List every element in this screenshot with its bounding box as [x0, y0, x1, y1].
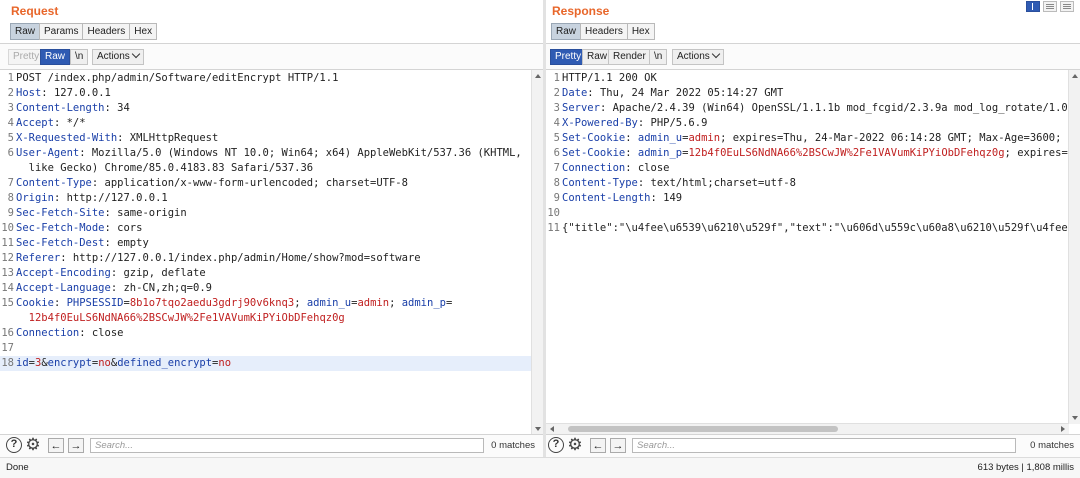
- chevron-down-icon: [131, 49, 141, 59]
- response-actions-label: Actions: [677, 51, 710, 62]
- request-line: 1 POST /index.php/admin/Software/editEncr…: [7, 72, 339, 84]
- request-line: 14 Accept-Language: zh-CN,zh;q=0.9: [1, 282, 212, 294]
- response-actions-button[interactable]: Actions: [672, 49, 724, 65]
- scroll-left-icon[interactable]: [550, 426, 554, 432]
- response-line: 10: [547, 207, 560, 219]
- request-line: 15 Cookie: PHPSESSID=8b1o7tqo2aedu3gdrj90…: [1, 297, 453, 309]
- response-tab-raw[interactable]: Raw: [551, 23, 582, 40]
- request-line: 16 Connection: close: [1, 327, 124, 339]
- arrow-left-icon[interactable]: ←: [590, 438, 606, 453]
- request-line: like Gecko) Chrome/85.0.4183.83 Safari/5…: [28, 162, 314, 174]
- request-tab-headers[interactable]: Headers: [82, 23, 131, 40]
- response-tab-headers[interactable]: Headers: [580, 23, 628, 40]
- horizontal-scroll-thumb[interactable]: [568, 426, 838, 432]
- request-actions-button[interactable]: Actions: [92, 49, 144, 65]
- request-editor[interactable]: 1 POST /index.php/admin/Software/editEncr…: [0, 70, 543, 435]
- request-line: 9 Sec-Fetch-Site: same-origin: [7, 207, 187, 219]
- request-line: 11 Sec-Fetch-Dest: empty: [1, 237, 149, 249]
- response-line: 1 HTTP/1.1 200 OK: [553, 72, 657, 84]
- response-line: 6 Set-Cookie: admin_p=12b4f0EuLS6NdNA66%2…: [553, 147, 1068, 159]
- response-toolbar: Pretty Raw Render \n Actions: [546, 43, 1080, 70]
- settings-gear-icon[interactable]: ⚙: [24, 436, 42, 454]
- request-line: 2 Host: 127.0.0.1: [7, 87, 111, 99]
- request-actions-label: Actions: [97, 51, 130, 62]
- request-line: 12b4f0EuLS6NdNA66%2BSCwJW%2Fe1VAVumKiPYi…: [28, 312, 345, 324]
- request-vertical-scrollbar[interactable]: [531, 70, 543, 435]
- response-line: 7 Connection: close: [553, 162, 670, 174]
- scroll-up-icon[interactable]: [535, 74, 541, 78]
- help-icon[interactable]: ?: [6, 437, 22, 453]
- request-raw-button[interactable]: Raw: [40, 49, 71, 65]
- response-line: 5 Set-Cookie: admin_u=admin; expires=Thu,…: [553, 132, 1068, 144]
- request-search-input[interactable]: [90, 438, 484, 453]
- layout-horizontal-icon[interactable]: [1043, 1, 1057, 12]
- response-tabs: Raw Headers Hex: [551, 23, 655, 40]
- request-line: 7 Content-Type: application/x-www-form-ur…: [7, 177, 408, 189]
- scroll-down-icon[interactable]: [535, 427, 541, 431]
- scroll-down-icon[interactable]: [1072, 416, 1078, 420]
- arrow-left-icon[interactable]: ←: [48, 438, 64, 453]
- request-pretty-button[interactable]: Pretty: [8, 49, 45, 65]
- layout-tabs-icon[interactable]: [1060, 1, 1074, 12]
- layout-toggle-group: [1026, 1, 1074, 12]
- request-toolbar: Pretty Raw \n Actions: [0, 43, 543, 70]
- response-line: 8 Content-Type: text/html;charset=utf-8: [553, 177, 796, 189]
- request-title: Request: [11, 4, 59, 18]
- request-line: 12 Referer: http://127.0.0.1/index.php/ad…: [1, 252, 421, 264]
- request-body-line: 18 id=3&encrypt=no&defined_encrypt=no: [0, 356, 531, 371]
- response-line: 4 X-Powered-By: PHP/5.6.9: [553, 117, 708, 129]
- request-tab-params[interactable]: Params: [39, 23, 84, 40]
- request-search-bar: ? ⚙ ← → 0 matches: [0, 434, 543, 457]
- request-pane: Request Raw Params Headers Hex Pretty Ra…: [0, 0, 543, 457]
- response-body-line: 11 {"title":"\u4fee\u6539\u6210\u529f","t…: [547, 222, 1068, 234]
- request-line: 4 Accept: */*: [7, 117, 86, 129]
- layout-split-icon[interactable]: [1026, 1, 1040, 12]
- request-line: 6 User-Agent: Mozilla/5.0 (Windows NT 10.…: [7, 147, 522, 159]
- request-tabs: Raw Params Headers Hex: [10, 23, 158, 40]
- response-vertical-scrollbar[interactable]: [1068, 70, 1080, 424]
- response-size-timing: 613 bytes | 1,808 millis: [977, 462, 1074, 473]
- settings-gear-icon[interactable]: ⚙: [566, 436, 584, 454]
- request-line: 13 Accept-Encoding: gzip, deflate: [1, 267, 206, 279]
- response-match-count: 0 matches: [1030, 440, 1074, 451]
- request-tab-raw[interactable]: Raw: [10, 23, 41, 40]
- response-newline-button[interactable]: \n: [649, 49, 668, 65]
- response-line: 3 Server: Apache/2.4.39 (Win64) OpenSSL/1…: [553, 102, 1068, 114]
- response-pane: Response Raw Headers Hex Pretty Raw Rend…: [546, 0, 1080, 457]
- request-line: 3 Content-Length: 34: [7, 102, 130, 114]
- request-match-count: 0 matches: [491, 440, 535, 451]
- help-icon[interactable]: ?: [548, 437, 564, 453]
- response-pretty-button[interactable]: Pretty: [550, 49, 587, 65]
- response-line: 2 Date: Thu, 24 Mar 2022 05:14:27 GMT: [553, 87, 784, 99]
- arrow-right-icon[interactable]: →: [610, 438, 626, 453]
- request-line: 17: [1, 342, 14, 354]
- response-render-button[interactable]: Render: [608, 49, 651, 65]
- arrow-right-icon[interactable]: →: [68, 438, 84, 453]
- request-newline-button[interactable]: \n: [70, 49, 89, 65]
- request-line: 10 Sec-Fetch-Mode: cors: [1, 222, 143, 234]
- request-line: 5 X-Requested-With: XMLHttpRequest: [7, 132, 219, 144]
- request-tab-hex[interactable]: Hex: [129, 23, 158, 40]
- response-search-input[interactable]: [632, 438, 1016, 453]
- response-editor[interactable]: 1 HTTP/1.1 200 OK 2 Date: Thu, 24 Mar 2022…: [546, 70, 1080, 435]
- response-search-bar: ? ⚙ ← → 0 matches: [546, 434, 1080, 457]
- status-text: Done: [6, 462, 29, 473]
- scroll-up-icon[interactable]: [1072, 74, 1078, 78]
- response-line: 9 Content-Length: 149: [553, 192, 683, 204]
- chevron-down-icon: [711, 49, 721, 59]
- request-line: 8 Origin: http://127.0.0.1: [7, 192, 168, 204]
- status-bar: Done 613 bytes | 1,808 millis: [0, 457, 1080, 478]
- response-tab-hex[interactable]: Hex: [626, 23, 655, 40]
- response-title: Response: [552, 4, 610, 18]
- scroll-right-icon[interactable]: [1061, 426, 1065, 432]
